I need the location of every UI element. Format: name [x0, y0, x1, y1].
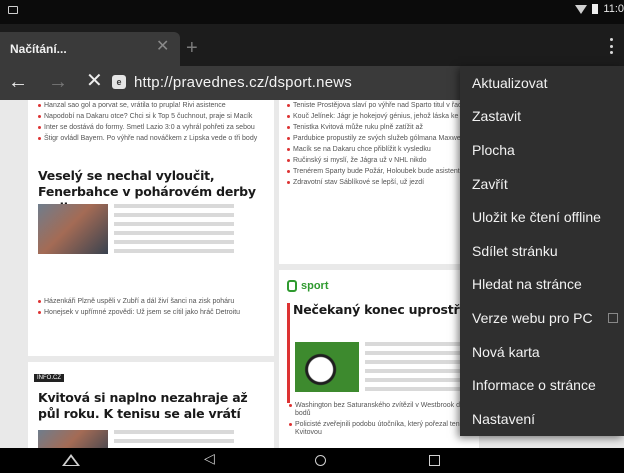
list-item[interactable]: Washington bez Saturanského zvítězil v W…: [289, 402, 477, 418]
status-bar: 11:0: [0, 0, 624, 24]
menu-item-desktop-site-label: Verze webu pro PC: [472, 309, 593, 326]
tab-title: Načítání...: [10, 42, 67, 56]
list-item[interactable]: Ručinský si myslí, že Jágra už v NHL nik…: [287, 157, 477, 165]
list-item[interactable]: Macík se na Dakaru chce přiblížit k vysl…: [287, 146, 477, 154]
menu-item-find-in-page[interactable]: Hledat na stránce: [460, 268, 624, 302]
right-top-list: Teniste Prostějova slaví po výhře nad Sp…: [287, 102, 477, 190]
article-summary: [114, 204, 234, 254]
menu-item-refresh[interactable]: Aktualizovat: [460, 66, 624, 100]
divider: [28, 356, 274, 362]
notification-icon: [8, 6, 18, 14]
menu-item-share[interactable]: Sdílet stránku: [460, 234, 624, 268]
article-summary: [114, 430, 234, 448]
status-icons: 11:0: [575, 3, 624, 15]
recent-apps-icon[interactable]: [429, 455, 440, 466]
headline-kvitova[interactable]: Kvitová si naplno nezahraje až půl roku.…: [38, 390, 270, 422]
menu-item-page-info[interactable]: Informace o stránce: [460, 368, 624, 402]
menu-item-new-tab[interactable]: Nová karta: [460, 335, 624, 369]
left-top-list: Hanzal sao gol a porvat se, vrátila to p…: [38, 102, 266, 146]
list-item[interactable]: Tenistka Kvitová může ruku plně zatížit …: [287, 124, 477, 132]
clock: 11:0: [603, 3, 624, 15]
assistant-circle-icon[interactable]: [315, 455, 326, 466]
menu-item-desktop-site[interactable]: Verze webu pro PC: [460, 301, 624, 335]
article-thumbnail[interactable]: [295, 342, 359, 392]
tab-strip: Načítání... ✕ +: [0, 24, 624, 66]
brand-row: INFO.CZ: [34, 366, 64, 384]
right-column: Teniste Prostějova slaví po výhře nad Sp…: [279, 100, 483, 448]
address-bar[interactable]: http://pravednes.cz/dsport.news: [134, 74, 352, 91]
list-item[interactable]: Inter se dostává do formy. Smetl Lazio 3…: [38, 124, 266, 132]
desktop-site-checkbox[interactable]: [608, 313, 618, 324]
close-tab-icon[interactable]: ✕: [156, 39, 169, 55]
battery-icon: [592, 4, 599, 14]
list-item[interactable]: Trenérem Sparty bude Požár, Holoubek bud…: [287, 168, 477, 176]
divider: [279, 264, 479, 270]
list-item[interactable]: Štigr ovládl Bayern. Po výhře nad nováčk…: [38, 135, 266, 143]
menu-item-settings[interactable]: Nastavení: [460, 402, 624, 436]
right-bottom-list: Washington bez Saturanského zvítězil v W…: [289, 402, 477, 440]
sport-logo-icon: [287, 280, 297, 292]
new-tab-icon[interactable]: +: [186, 38, 198, 58]
overflow-menu: Aktualizovat Zastavit Plocha Zavřít Ulož…: [460, 66, 624, 436]
browser-tab[interactable]: Načítání... ✕: [0, 32, 180, 66]
left-column: Hanzal sao gol a porvat se, vrátila to p…: [28, 100, 274, 448]
list-item[interactable]: Teniste Prostějova slaví po výhře nad Sp…: [287, 102, 477, 110]
back-arrow-icon[interactable]: ←: [8, 70, 28, 94]
brand-logo: INFO.CZ: [34, 374, 64, 382]
headline-myjava[interactable]: Nečekaný konec uprostřed se Myjava odsto…: [293, 302, 483, 318]
menu-item-save-offline[interactable]: Uložit ke čtení offline: [460, 200, 624, 234]
accent-bar: [287, 303, 290, 403]
menu-item-close[interactable]: Zavřít: [460, 167, 624, 201]
article-summary: [365, 342, 475, 392]
list-item[interactable]: Hanzal sao gol a porvat se, vrátila to p…: [38, 102, 266, 110]
list-item[interactable]: Honejsek v upřímné zpovědi: Už jsem se c…: [38, 309, 266, 317]
stop-icon[interactable]: ✕: [86, 69, 103, 93]
article-thumbnail[interactable]: [38, 204, 108, 254]
list-item[interactable]: Policisté zveřejnili podobu útočníka, kt…: [289, 421, 477, 437]
forward-arrow-icon[interactable]: →: [48, 70, 68, 94]
menu-item-home[interactable]: Plocha: [460, 133, 624, 167]
left-mid-list: Házenkáři Plzně uspěli v Zubří a dál živ…: [38, 298, 266, 320]
list-item[interactable]: Pardubice propustily ze svých služeb gól…: [287, 135, 477, 143]
list-item[interactable]: Kouč Jelínek: Jágr je hokejový génius, j…: [287, 113, 477, 121]
sport-logo: sport: [287, 280, 329, 292]
home-icon[interactable]: [62, 454, 80, 466]
back-icon[interactable]: ◁: [204, 450, 215, 467]
overflow-menu-icon[interactable]: [610, 38, 614, 54]
wifi-icon: [575, 4, 588, 14]
menu-item-stop[interactable]: Zastavit: [460, 100, 624, 134]
article-thumbnail[interactable]: [38, 430, 108, 448]
site-info-icon[interactable]: e: [112, 75, 126, 89]
list-item[interactable]: Házenkáři Plzně uspěli v Zubří a dál živ…: [38, 298, 266, 306]
list-item[interactable]: Zdravotní stav Sáblíkové se lepší, už je…: [287, 179, 477, 187]
system-nav-bar: ◁: [0, 448, 624, 473]
list-item[interactable]: Napodobí na Dakaru otce? Chci si k Top 5…: [38, 113, 266, 121]
